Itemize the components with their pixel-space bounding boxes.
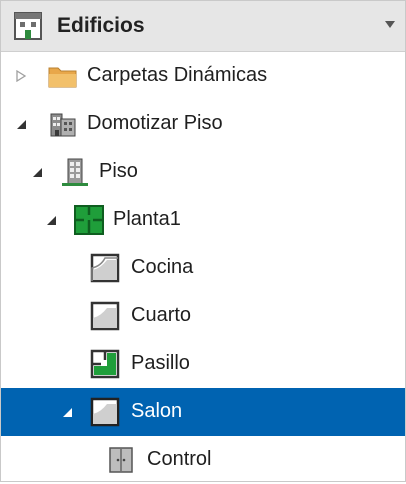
dropdown-arrow-icon[interactable] [385,21,395,28]
buildings-tree-panel: Edificios Carpetas Dinámicas Domotizar P… [0,0,406,482]
expand-arrow-icon[interactable] [15,70,27,82]
tree-item-label: Cocina [131,256,194,278]
hallway-icon [90,349,120,379]
tree-item-label: Pasillo [131,352,190,374]
tree-item-domotizar-piso[interactable]: Domotizar Piso [1,100,405,148]
tree-item-label: Piso [99,160,138,182]
tree-item-cuarto[interactable]: Cuarto [1,292,405,340]
tree-item-label: Control [147,448,212,470]
collapse-arrow-icon[interactable] [31,166,43,178]
tree-item-planta1[interactable]: Planta1 [1,196,405,244]
folder-icon [48,67,77,88]
collapse-arrow-icon[interactable] [61,406,73,418]
panel-title: Edificios [57,14,145,37]
tree-item-cocina[interactable]: Cocina [1,244,405,292]
tree-item-pasillo[interactable]: Pasillo [1,340,405,388]
tree-item-label: Salon [131,400,183,422]
panel-header[interactable]: Edificios [1,1,405,52]
building-floor-icon [62,158,88,186]
collapse-arrow-icon[interactable] [15,118,27,130]
tree-item-label: Domotizar Piso [87,112,223,134]
room-icon [90,253,120,283]
tree-item-label: Planta1 [113,208,181,230]
tree-item-label: Cuarto [131,304,192,326]
room-icon [90,397,120,427]
floorplan-icon [74,205,104,235]
collapse-arrow-icon[interactable] [45,214,57,226]
buildings-icon [50,113,76,137]
tree-item-control[interactable]: Control [1,436,405,484]
tree-item-salon[interactable]: Salon [1,388,405,436]
building-window-icon [14,12,42,40]
control-panel-icon [109,447,133,473]
tree-item-carpetas-dinamicas[interactable]: Carpetas Dinámicas [1,52,405,100]
room-icon [90,301,120,331]
tree-item-piso[interactable]: Piso [1,148,405,196]
tree-item-label: Carpetas Dinámicas [87,64,268,86]
